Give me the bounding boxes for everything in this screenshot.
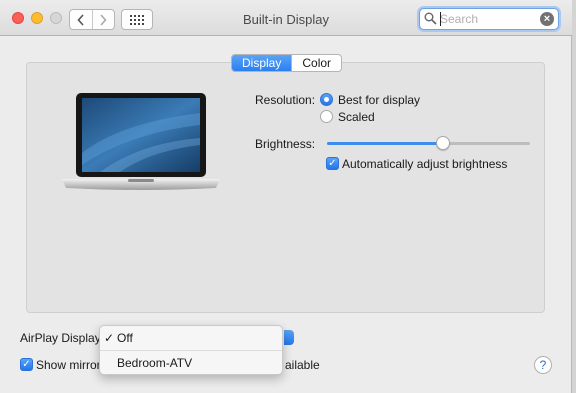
radio-scaled-label[interactable]: Scaled bbox=[338, 110, 375, 124]
airplay-dropdown-menu: ✓ Off Bedroom-ATV bbox=[99, 325, 283, 375]
airplay-label: AirPlay Display bbox=[20, 331, 101, 345]
preferences-window: Built-in Display Search × Display Color bbox=[0, 0, 572, 393]
airplay-popup-arrows[interactable] bbox=[284, 330, 294, 345]
clear-search-icon[interactable]: × bbox=[540, 12, 554, 26]
tab-color[interactable]: Color bbox=[291, 55, 341, 71]
tab-control: Display Color bbox=[231, 54, 343, 72]
radio-scaled[interactable] bbox=[320, 110, 333, 123]
menu-item-bedroom-atv-label: Bedroom-ATV bbox=[117, 356, 193, 370]
search-icon bbox=[424, 12, 437, 25]
brightness-slider-knob[interactable] bbox=[435, 136, 450, 150]
search-field[interactable]: Search × bbox=[419, 8, 559, 30]
background-window-edge bbox=[572, 0, 576, 393]
resolution-label: Resolution: bbox=[255, 93, 316, 107]
text-cursor bbox=[440, 12, 441, 26]
radio-best-for-display[interactable] bbox=[320, 93, 333, 106]
laptop-image bbox=[62, 93, 220, 190]
auto-brightness-label[interactable]: Automatically adjust brightness bbox=[342, 157, 507, 171]
menu-item-bedroom-atv[interactable]: Bedroom-ATV bbox=[100, 353, 282, 373]
menu-item-off[interactable]: ✓ Off bbox=[100, 328, 282, 348]
brightness-slider-fill bbox=[327, 142, 443, 145]
radio-best-for-display-label[interactable]: Best for display bbox=[338, 93, 420, 107]
title-bar: Built-in Display Search × bbox=[0, 0, 572, 36]
show-mirroring-checkbox[interactable]: ✓ bbox=[20, 358, 33, 371]
help-button[interactable]: ? bbox=[534, 356, 552, 374]
show-mirroring-label-tail[interactable]: ailable bbox=[285, 358, 320, 372]
tab-display[interactable]: Display bbox=[232, 55, 292, 71]
checkmark-icon: ✓ bbox=[104, 331, 115, 345]
menu-item-off-label: Off bbox=[117, 331, 133, 345]
auto-brightness-checkbox[interactable]: ✓ bbox=[326, 157, 339, 170]
search-placeholder: Search bbox=[440, 12, 479, 26]
brightness-slider[interactable] bbox=[327, 142, 530, 145]
brightness-label: Brightness: bbox=[255, 137, 316, 151]
show-mirroring-label[interactable]: Show mirror bbox=[36, 358, 101, 372]
menu-separator bbox=[100, 350, 282, 351]
